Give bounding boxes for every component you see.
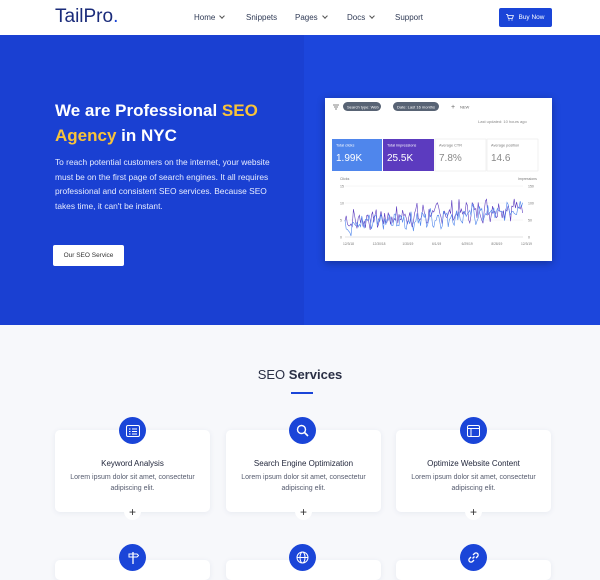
nav-home[interactable]: Home xyxy=(194,13,226,22)
service-card-text: Lorem ipsum dolor sit amet, consectetur … xyxy=(411,474,536,492)
left-axis-title: Clicks xyxy=(340,177,350,181)
chevron-down-icon xyxy=(321,13,328,19)
date-labels: 12/3/18 12/30/18 1/30/19 6/1/19 6/29/19 8/28/… xyxy=(343,242,532,246)
service-card-text: Lorem ipsum dolor sit amet, consectetur … xyxy=(70,474,195,492)
service-card-title: Optimize Website Content xyxy=(427,459,520,468)
left-tick-label: 0 xyxy=(340,235,342,239)
nav-pages[interactable]: Pages xyxy=(295,13,328,22)
nav-pages-label: Pages xyxy=(295,13,318,22)
new-filter-label[interactable]: NEW xyxy=(460,104,470,109)
left-tick-label: 15 xyxy=(340,184,344,188)
metric-label: Average position xyxy=(491,144,519,148)
cart-icon xyxy=(506,14,515,21)
left-tick-label: 5 xyxy=(340,218,342,222)
metric-label: Total impressions xyxy=(387,144,416,148)
service-card-text: Lorem ipsum dolor sit amet, consectetur … xyxy=(241,474,366,492)
signpost-icon xyxy=(119,544,146,571)
metric-value: 25.5K xyxy=(387,153,413,164)
layout-icon xyxy=(460,417,487,444)
date-label: 6/29/19 xyxy=(462,242,473,246)
filter-icon xyxy=(333,104,339,110)
expand-plus-button[interactable]: + xyxy=(295,503,312,520)
expand-plus-button[interactable]: + xyxy=(465,503,482,520)
metric-label: Average CTR xyxy=(439,144,462,148)
hero-title-part: We are Professional xyxy=(55,101,222,120)
hero-description: To reach potential customers on the inte… xyxy=(55,157,270,211)
plus-icon[interactable]: + xyxy=(451,104,455,111)
hero-title-highlight: Agency xyxy=(55,126,117,145)
our-seo-service-button[interactable]: Our SEO Service xyxy=(53,245,124,266)
metric-value: 1.99K xyxy=(336,153,362,164)
metric-value: 7.8% xyxy=(439,153,462,164)
nav-docs-label: Docs xyxy=(347,13,366,22)
clicks-line xyxy=(344,201,523,237)
nav-snippets[interactable]: Snippets xyxy=(246,13,277,22)
nav-docs[interactable]: Docs xyxy=(347,13,376,22)
top-navbar: TailPro. Home Snippets Pages Docs Suppor… xyxy=(0,0,600,35)
nav-snippets-label: Snippets xyxy=(246,13,278,22)
service-card-title: Keyword Analysis xyxy=(101,459,164,468)
metric-label: Total clicks xyxy=(336,144,354,148)
nav-home-label: Home xyxy=(194,13,216,22)
right-tick-label: 100 xyxy=(528,201,534,205)
chevron-down-icon xyxy=(369,13,376,19)
hero-title-part: in NYC xyxy=(116,126,177,145)
globe-icon xyxy=(289,544,316,571)
buy-now-button[interactable]: Buy Now xyxy=(499,8,552,27)
list-icon xyxy=(119,417,146,444)
filter-chip-label: Search type: Web xyxy=(347,104,379,109)
search-icon xyxy=(289,417,316,444)
filter-chip-label: Date: Last 16 months xyxy=(397,104,435,109)
right-tick-label: 0 xyxy=(528,235,530,239)
metric-value: 14.6 xyxy=(491,153,511,164)
nav-support-label: Support xyxy=(395,13,424,22)
date-label: 1/30/19 xyxy=(402,242,413,246)
date-label: 12/30/18 xyxy=(373,242,386,246)
brand-logo[interactable]: TailPro. xyxy=(55,6,118,28)
chevron-down-icon xyxy=(219,13,226,19)
services-heading: SEO Services xyxy=(0,367,600,382)
date-label: 12/3/19 xyxy=(521,242,532,246)
last-updated-text: Last updated: 10 hours ago xyxy=(478,119,527,124)
service-card-title: Search Engine Optimization xyxy=(253,459,354,468)
expand-plus-button[interactable]: + xyxy=(124,503,141,520)
hero-title-highlight: SEO xyxy=(221,101,258,120)
hero-title: We are Professional SEO Agency in NYC xyxy=(55,98,295,148)
link-icon xyxy=(460,544,487,571)
services-heading-bold: Services xyxy=(288,367,343,382)
right-axis-title: Impressions xyxy=(518,177,537,181)
brand-dot: . xyxy=(113,6,119,27)
date-label: 8/28/19 xyxy=(491,242,502,246)
search-console-screenshot: Search type: Web Date: Last 16 months + … xyxy=(325,98,552,261)
right-tick-label: 50 xyxy=(528,218,532,222)
date-label: 6/1/19 xyxy=(432,242,441,246)
axis-ticks: 151050150100500 xyxy=(340,184,534,239)
right-tick-label: 150 xyxy=(528,184,534,188)
brand-name: TailPro xyxy=(55,6,114,27)
date-label: 12/3/18 xyxy=(343,242,354,246)
heading-underline xyxy=(291,392,313,394)
left-tick-label: 10 xyxy=(340,201,344,205)
nav-support[interactable]: Support xyxy=(395,13,423,22)
buy-now-label: Buy Now xyxy=(518,14,545,21)
services-heading-plain: SEO xyxy=(257,367,289,382)
